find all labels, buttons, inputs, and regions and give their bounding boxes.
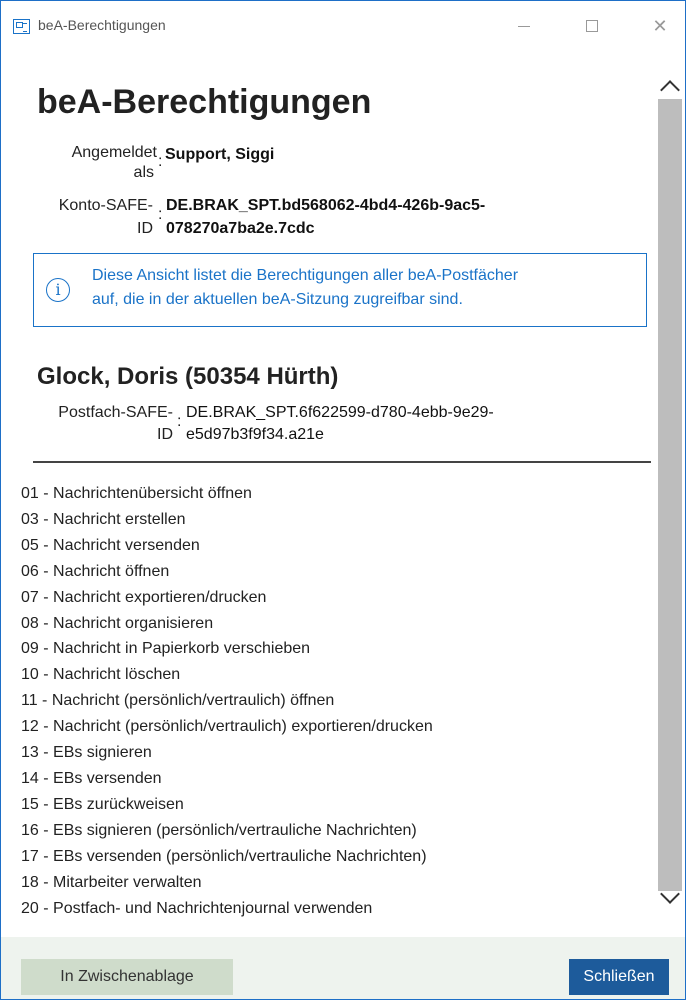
dialog-footer: In Zwischenablage Schließen [1, 937, 685, 999]
maximize-button[interactable] [569, 9, 615, 43]
minimize-icon [518, 25, 530, 27]
close-window-button[interactable]: ✕ [637, 9, 683, 43]
info-text-line1: Diese Ansicht listet die Berechtigungen … [92, 267, 519, 284]
permission-item: 14 - EBs versenden [21, 769, 162, 787]
logged-in-colon: : [158, 153, 163, 170]
mailbox-title: Glock, Doris (50354 Hürth) [37, 363, 339, 390]
permission-item: 20 - Postfach- und Nachrichtenjournal ve… [21, 899, 373, 917]
permissions-window: beA-Berechtigungen ✕ beA-Berechtigungen … [0, 0, 686, 1000]
permission-item: 16 - EBs signieren (persönlich/vertrauli… [21, 821, 417, 839]
permission-item: 07 - Nachricht exportieren/drucken [21, 588, 267, 606]
info-icon: i [46, 278, 70, 302]
permission-item: 12 - Nachricht (persönlich/vertraulich) … [21, 718, 433, 736]
permission-item: 10 - Nachricht löschen [21, 666, 181, 684]
mailbox-safe-label-line2: ID [157, 426, 173, 443]
section-divider [33, 461, 651, 463]
info-box: i Diese Ansicht listet die Berechtigunge… [33, 253, 647, 327]
account-label-line2: ID [137, 220, 153, 237]
account-colon: : [158, 206, 163, 223]
mailbox-safe-value-line2: e5d97b3f9f34.a21e [186, 426, 324, 443]
permission-item: 06 - Nachricht öffnen [21, 562, 170, 580]
account-value-line2: 078270a7ba2e.7cdc [166, 220, 315, 237]
title-bar: beA-Berechtigungen ✕ [1, 1, 685, 49]
copy-to-clipboard-button[interactable]: In Zwischenablage [21, 959, 233, 995]
permission-item: 11 - Nachricht (persönlich/vertraulich) … [21, 692, 335, 710]
close-button[interactable]: Schließen [569, 959, 669, 995]
permission-item: 17 - EBs versenden (persönlich/vertrauli… [21, 847, 427, 865]
permission-item: 01 - Nachrichtenübersicht öffnen [21, 485, 252, 502]
info-text-line2: auf, die in der aktuellen beA-Sitzung zu… [92, 291, 463, 308]
permission-item: 13 - EBs signieren [21, 744, 152, 762]
mailbox-safe-colon: : [177, 413, 182, 430]
account-value-line1: DE.BRAK_SPT.bd568062-4bd4-426b-9ac5- [166, 197, 486, 214]
close-icon: ✕ [652, 16, 668, 36]
account-label-line1: Konto-SAFE- [58, 197, 153, 214]
chevron-down-icon [660, 884, 680, 904]
scroll-thumb[interactable] [658, 99, 682, 891]
minimize-button[interactable] [501, 9, 547, 43]
logged-in-value: Support, Siggi [165, 146, 275, 163]
scroll-up-button[interactable] [655, 71, 685, 101]
scroll-down-button[interactable] [655, 883, 685, 913]
logged-in-label-line1: Angemeldet [71, 144, 157, 161]
permission-list: 01 - Nachrichtenübersicht öffnen 03 - Na… [21, 481, 433, 921]
permission-item: 09 - Nachricht in Papierkorb verschieben [21, 640, 311, 658]
info-text: Diese Ansicht listet die Berechtigungen … [92, 264, 632, 312]
content-area: beA-Berechtigungen Angemeldet als : Supp… [1, 49, 655, 937]
permission-item: 18 - Mitarbeiter verwalten [21, 873, 202, 891]
vertical-scrollbar[interactable] [655, 65, 685, 937]
window-title: beA-Berechtigungen [38, 17, 166, 33]
permission-item: 05 - Nachricht versenden [21, 536, 200, 554]
mailbox-safe-value-line1: DE.BRAK_SPT.6f622599-d780-4ebb-9e29- [186, 404, 494, 421]
permission-item: 08 - Nachricht organisieren [21, 614, 214, 632]
logged-in-label-line2: als [133, 164, 154, 181]
chevron-up-icon [660, 80, 680, 100]
mailbox-safe-label-line1: Postfach-SAFE- [58, 404, 173, 421]
app-window-icon [13, 19, 30, 34]
permission-item: 15 - EBs zurückweisen [21, 795, 184, 813]
permission-item: 03 - Nachricht erstellen [21, 510, 186, 528]
maximize-icon [586, 20, 598, 32]
page-title: beA-Berechtigungen [37, 83, 372, 121]
